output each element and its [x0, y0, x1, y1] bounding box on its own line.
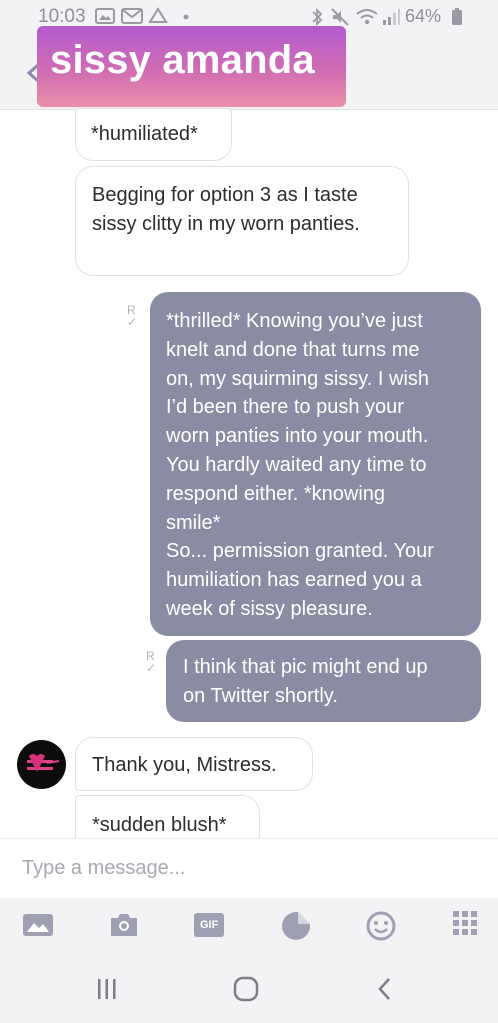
message-text: Thank you, Mistress.	[92, 754, 277, 776]
message-composer	[0, 838, 498, 898]
read-receipt-icon: R ✓	[146, 649, 157, 675]
message-line: worn panties into your mouth.	[166, 425, 429, 448]
contact-name: sissy amanda	[50, 38, 315, 82]
recent-apps-icon[interactable]	[95, 977, 119, 1006]
gif-label: GIF	[200, 919, 219, 931]
incoming-message[interactable]: *humiliated*	[75, 108, 232, 161]
gallery-icon[interactable]	[22, 910, 56, 942]
sticker-icon[interactable]	[280, 910, 314, 942]
back-nav-icon[interactable]	[375, 976, 393, 1007]
message-text: *sudden blush*	[92, 814, 227, 836]
message-line: *thrilled* Knowing you’ve just	[166, 310, 423, 332]
message-line: I’d been there to push your	[166, 396, 404, 419]
conversation-header: sissy amanda	[0, 26, 498, 110]
emoji-icon[interactable]	[365, 910, 399, 942]
gif-icon[interactable]: GIF	[192, 910, 226, 942]
status-time: 10:03	[38, 6, 86, 27]
message-line: smile*	[166, 511, 221, 534]
outgoing-message[interactable]: *thrilled* Knowing you’ve just knelt and…	[150, 292, 481, 636]
message-line: knelt and done that turns me	[166, 338, 420, 361]
battery-icon	[451, 7, 463, 32]
system-navigation-bar	[0, 955, 498, 1023]
message-line: on Twitter shortly.	[183, 684, 338, 707]
message-line: on, my squirming sissy. I wish	[166, 367, 430, 390]
apps-grid-icon[interactable]	[452, 910, 486, 942]
message-line: So... permission granted. Your	[166, 540, 434, 563]
outgoing-message[interactable]: I think that pic might end up on Twitter…	[166, 640, 481, 722]
composer-toolbar: GIF	[0, 898, 498, 955]
read-receipt-icon: R ✓	[127, 303, 138, 329]
incoming-message[interactable]: Begging for option 3 as I taste sissy cl…	[75, 166, 409, 276]
message-line: respond either. *knowing	[166, 482, 386, 505]
wifi-icon	[355, 7, 379, 32]
message-input[interactable]	[22, 857, 462, 880]
signal-icon	[381, 7, 401, 32]
message-text: Begging for option 3 as I taste sissy cl…	[92, 184, 360, 235]
message-line: humiliation has earned you a	[166, 569, 422, 592]
message-line: I think that pic might end up	[183, 656, 428, 678]
home-icon[interactable]	[233, 976, 259, 1007]
message-line: You hardly waited any time to	[166, 453, 427, 476]
contact-name-badge[interactable]: sissy amanda	[37, 26, 346, 107]
contact-avatar[interactable]	[17, 740, 66, 789]
message-line: week of sissy pleasure.	[166, 597, 373, 620]
camera-icon[interactable]	[108, 910, 142, 942]
incoming-message[interactable]: Thank you, Mistress.	[75, 737, 313, 791]
message-text: *humiliated*	[91, 123, 198, 145]
battery-percent: 64%	[405, 6, 442, 26]
